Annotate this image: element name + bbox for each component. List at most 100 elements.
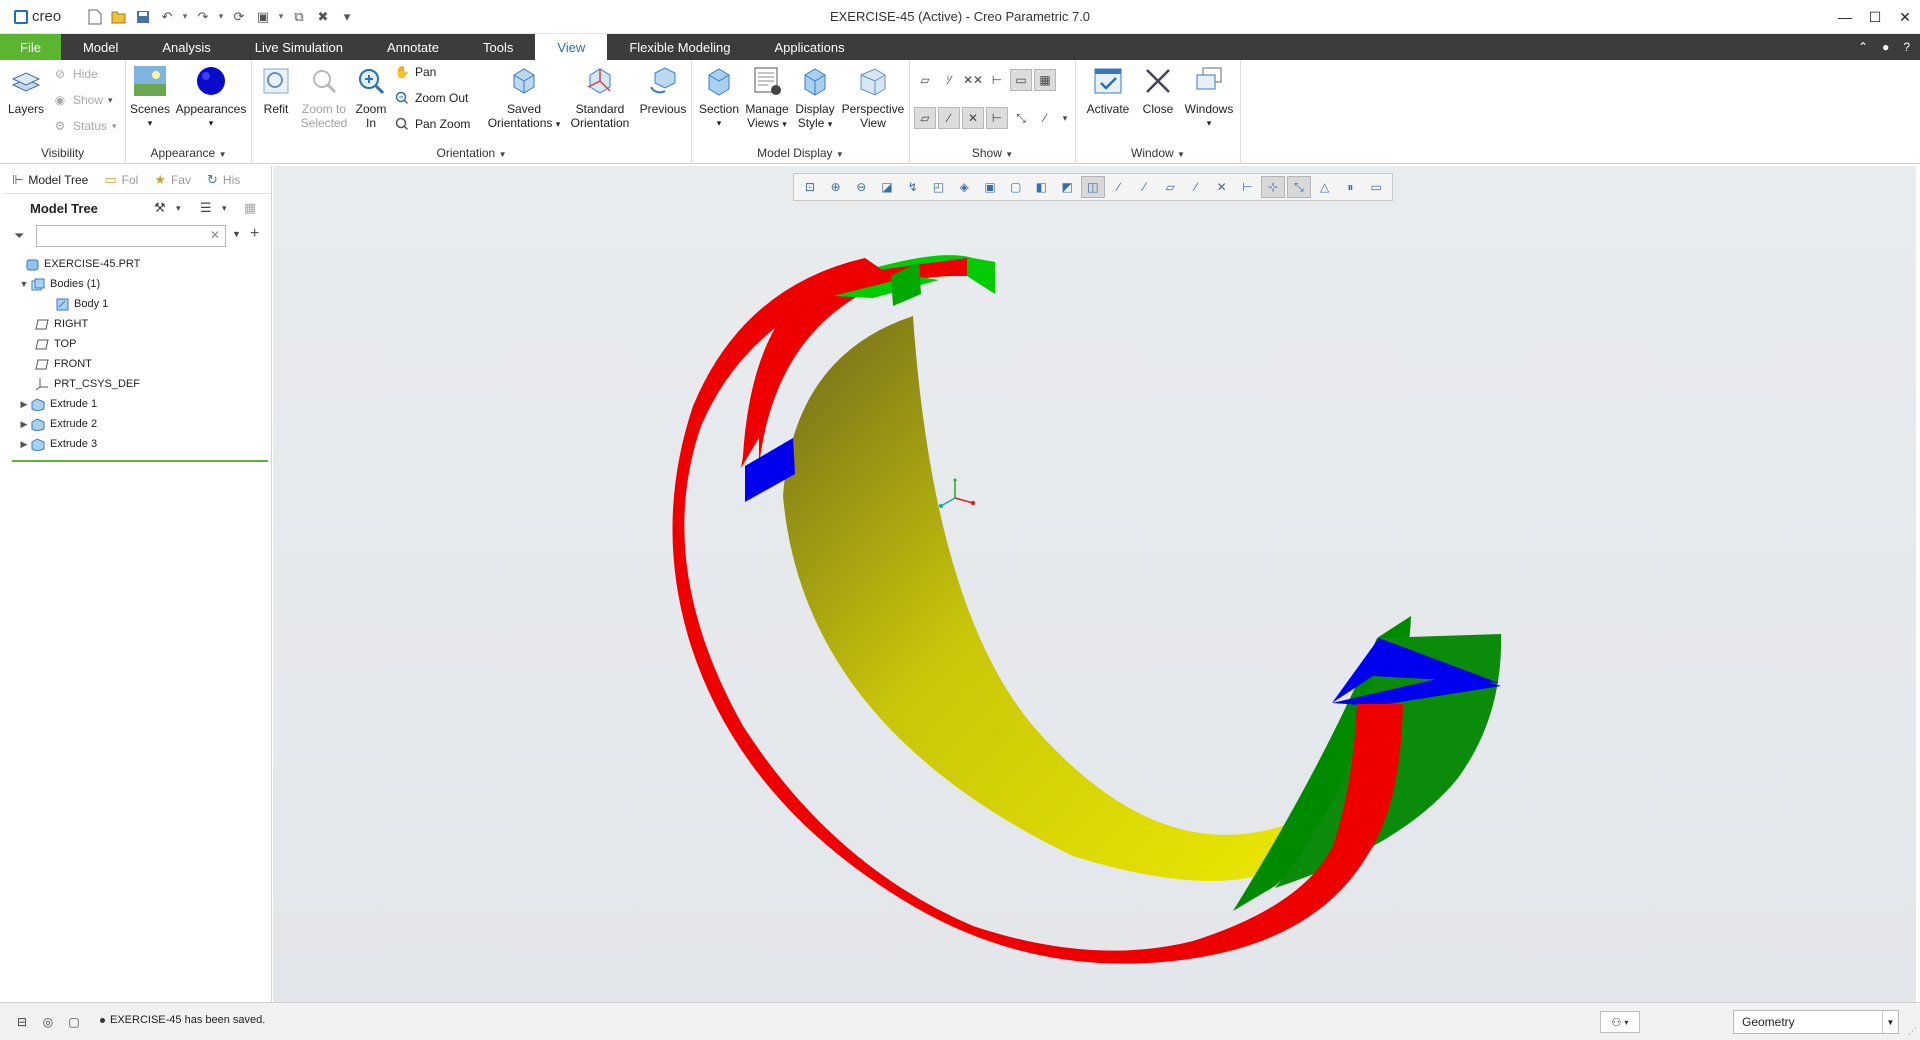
notification-icon[interactable]: ●: [1882, 40, 1889, 54]
manage-views-button[interactable]: Manage Views ▾: [742, 64, 792, 131]
close-window-icon[interactable]: ⧉: [288, 6, 310, 28]
section-button[interactable]: Section ▾: [694, 64, 744, 130]
clear-search-icon[interactable]: ✕: [210, 228, 220, 242]
tree-item-body-1[interactable]: Body 1: [4, 294, 271, 314]
tab-favorites[interactable]: ★ Fav: [146, 166, 199, 194]
expand-icon[interactable]: ▶: [18, 419, 30, 430]
layers-button[interactable]: Layers: [6, 64, 46, 116]
tab-annotate[interactable]: Annotate: [365, 34, 461, 60]
tab-folder-browser[interactable]: ▭ Fol: [96, 166, 146, 194]
tree-settings-icon[interactable]: ⚒: [154, 200, 166, 216]
undo-dropdown-icon[interactable]: ▾: [180, 11, 190, 22]
show-button[interactable]: ◉ Show ▾: [52, 92, 113, 108]
tree-item-top[interactable]: TOP: [4, 334, 271, 354]
refit-button[interactable]: Refit: [256, 64, 296, 116]
tab-applications[interactable]: Applications: [752, 34, 866, 60]
open-icon[interactable]: [108, 6, 130, 28]
windows-button[interactable]: Windows ▾: [1180, 64, 1238, 130]
save-icon[interactable]: [132, 6, 154, 28]
tab-live-simulation[interactable]: Live Simulation: [233, 34, 365, 60]
search-dropdown-icon[interactable]: ▼: [232, 229, 241, 239]
zoom-to-selected-button[interactable]: Zoom to Selected: [298, 64, 350, 130]
tab-flexible-modeling[interactable]: Flexible Modeling: [607, 34, 752, 60]
group-label-orientation[interactable]: Orientation ▼: [252, 146, 691, 160]
saved-orientations-dropdown-icon[interactable]: ▾: [556, 119, 561, 129]
plane-tag-icon[interactable]: ▱: [914, 107, 936, 129]
resize-grip-icon[interactable]: ⋰: [1908, 1026, 1917, 1037]
minimize-button[interactable]: —: [1830, 0, 1860, 34]
spin-center-icon[interactable]: ⤡: [1010, 107, 1032, 129]
customize-icon[interactable]: ▾: [336, 6, 358, 28]
part-model-view[interactable]: [273, 166, 1916, 1002]
tree-columns-icon[interactable]: ▦: [244, 200, 256, 216]
tree-settings-dropdown-icon[interactable]: ▾: [176, 203, 181, 214]
delete-icon[interactable]: ✖: [312, 6, 334, 28]
group-label-appearance[interactable]: Appearance ▼: [126, 146, 251, 160]
annotation-display-icon[interactable]: ▦: [1034, 69, 1056, 91]
status-dropdown-icon[interactable]: ▾: [112, 121, 117, 132]
group-label-model-display[interactable]: Model Display ▼: [692, 146, 909, 160]
tree-item-part[interactable]: EXERCISE-45.PRT: [4, 254, 271, 274]
zoom-in-button[interactable]: Zoom In: [352, 64, 390, 130]
browser-toggle-icon[interactable]: ◎: [38, 1013, 58, 1031]
new-icon[interactable]: [84, 6, 106, 28]
perspective-view-button[interactable]: Perspective View: [838, 64, 908, 130]
appearances-button[interactable]: Appearances ▾: [176, 64, 246, 130]
minimize-ribbon-icon[interactable]: ⌃: [1858, 40, 1868, 54]
pan-zoom-button[interactable]: Pan Zoom: [394, 116, 470, 132]
axis-display-icon[interactable]: ⁱ∕: [938, 69, 960, 91]
zoom-out-button[interactable]: Zoom Out: [394, 90, 468, 106]
display-style-dropdown-icon[interactable]: ▾: [828, 119, 833, 129]
close-window-button[interactable]: Close: [1136, 64, 1180, 116]
manage-views-dropdown-icon[interactable]: ▾: [782, 119, 787, 129]
group-label-window[interactable]: Window ▼: [1076, 146, 1240, 160]
filter-icon[interactable]: ⏷: [14, 228, 24, 244]
point-tag-icon[interactable]: ✕: [962, 107, 984, 129]
tab-file[interactable]: File: [0, 34, 61, 60]
selection-filter-select[interactable]: Geometry ▼: [1733, 1010, 1899, 1034]
previous-button[interactable]: Previous: [636, 64, 690, 116]
find-button[interactable]: ⚇ ▾: [1600, 1011, 1640, 1033]
undo-icon[interactable]: ↶: [156, 6, 178, 28]
tree-item-extrude-1[interactable]: ▶ Extrude 1: [4, 394, 271, 414]
datum-curve-icon[interactable]: ∕: [1034, 107, 1056, 129]
tree-item-front[interactable]: FRONT: [4, 354, 271, 374]
plane-tag-display-icon[interactable]: ▭: [1010, 69, 1032, 91]
tree-item-extrude-2[interactable]: ▶ Extrude 2: [4, 414, 271, 434]
section-dropdown-icon[interactable]: ▾: [717, 116, 722, 130]
tab-history[interactable]: ↻ His: [199, 166, 248, 194]
appearances-dropdown-icon[interactable]: ▾: [209, 116, 214, 130]
scenes-button[interactable]: Scenes ▾: [130, 64, 170, 130]
tree-item-bodies[interactable]: ▼ Bodies (1): [4, 274, 271, 294]
display-style-button[interactable]: Display Style ▾: [792, 64, 838, 131]
redo-icon[interactable]: ↷: [192, 6, 214, 28]
regenerate-icon[interactable]: ⟳: [228, 6, 250, 28]
show-more-dropdown-icon[interactable]: ▾: [1054, 107, 1076, 129]
windows-dropdown-icon[interactable]: ▾: [276, 11, 286, 22]
plane-display-icon[interactable]: ▱: [914, 69, 936, 91]
group-label-show[interactable]: Show ▼: [910, 146, 1075, 160]
maximize-button[interactable]: ☐: [1860, 0, 1890, 34]
tab-model-tree[interactable]: ⊩ Model Tree: [4, 166, 96, 194]
tab-tools[interactable]: Tools: [461, 34, 535, 60]
tree-search-input[interactable]: [36, 225, 226, 247]
windows-dropdown-icon[interactable]: ▾: [1207, 116, 1212, 130]
windows-icon[interactable]: ▣: [252, 6, 274, 28]
tree-show-dropdown-icon[interactable]: ▾: [222, 203, 227, 214]
hide-button[interactable]: ⊘ Hide: [52, 66, 98, 82]
tab-model[interactable]: Model: [61, 34, 140, 60]
standard-orientation-button[interactable]: Standard Orientation: [564, 64, 636, 130]
pan-button[interactable]: ✋ Pan: [394, 64, 437, 80]
axis-tag-icon[interactable]: ∕: [938, 107, 960, 129]
csys-tag-icon[interactable]: ⊢: [986, 107, 1008, 129]
tree-show-icon[interactable]: ☰: [200, 200, 212, 216]
saved-orientations-button[interactable]: Saved Orientations ▾: [486, 64, 562, 131]
insert-here-indicator[interactable]: [12, 460, 268, 462]
status-button[interactable]: ⚙ Status ▾: [52, 118, 117, 134]
tab-view[interactable]: View: [535, 34, 608, 60]
close-button[interactable]: ✕: [1890, 0, 1920, 34]
show-dropdown-icon[interactable]: ▾: [108, 95, 113, 106]
scenes-dropdown-icon[interactable]: ▾: [148, 116, 153, 130]
redo-dropdown-icon[interactable]: ▾: [216, 11, 226, 22]
tab-analysis[interactable]: Analysis: [140, 34, 232, 60]
